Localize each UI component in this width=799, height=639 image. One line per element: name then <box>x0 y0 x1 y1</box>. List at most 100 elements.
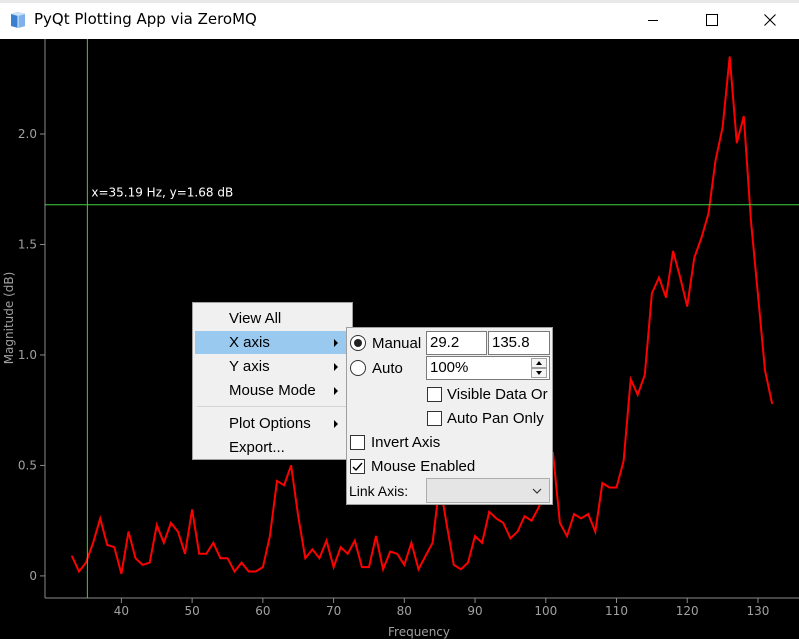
data-point <box>226 557 229 559</box>
data-point <box>764 369 766 372</box>
data-point <box>71 555 73 557</box>
data-point <box>736 142 738 144</box>
mouse-enabled-label: Mouse Enabled <box>371 458 476 475</box>
data-point <box>573 513 575 515</box>
data-point <box>120 573 122 575</box>
data-point <box>580 517 582 520</box>
data-point <box>106 544 108 546</box>
data-point <box>651 292 653 294</box>
data-point <box>693 257 695 259</box>
auto-percent-value: 100% <box>430 359 469 376</box>
data-point <box>283 484 285 486</box>
submenu-arrow-icon <box>334 387 338 395</box>
data-point <box>615 486 618 489</box>
y-tick-label: 0 <box>29 569 37 583</box>
close-icon <box>764 13 776 26</box>
data-point <box>495 517 497 520</box>
y-tick-label: 0.5 <box>18 458 37 472</box>
menu-separator <box>197 406 348 407</box>
data-point <box>269 535 271 537</box>
data-point <box>707 212 710 215</box>
data-point <box>658 277 660 279</box>
menu-item-label: Y axis <box>229 358 270 375</box>
auto-radio[interactable] <box>350 360 366 376</box>
menu-item-x-axis[interactable]: X axis <box>195 331 350 354</box>
data-point <box>233 570 236 573</box>
data-point <box>304 557 306 559</box>
menu-item-y-axis[interactable]: Y axis <box>195 355 350 378</box>
context-menu: View All X axis Y axis Mouse Mode Plot O… <box>192 302 353 460</box>
data-point <box>170 522 172 524</box>
data-point <box>467 562 469 564</box>
data-point <box>205 553 207 555</box>
y-tick-label: 2.0 <box>18 127 37 141</box>
data-point <box>665 296 667 299</box>
x-tick-label: 70 <box>326 604 341 618</box>
data-point <box>672 250 674 252</box>
x-tick-label: 50 <box>184 604 199 618</box>
data-point <box>453 564 455 566</box>
data-point <box>424 555 427 557</box>
data-point <box>163 542 165 544</box>
x-axis-submenu: Manual 29.2 135.8 Auto 100% Visible Data… <box>346 327 553 505</box>
data-point <box>743 115 745 117</box>
maximize-icon <box>706 13 718 26</box>
close-button[interactable] <box>741 0 799 39</box>
data-point <box>248 570 250 573</box>
data-point <box>538 506 540 509</box>
mouse-enabled-checkbox[interactable] <box>350 459 365 474</box>
data-point <box>608 486 611 489</box>
spin-arrows-icon <box>531 358 547 378</box>
title-bar: PyQt Plotting App via ZeroMQ <box>0 0 799 39</box>
data-point <box>389 551 391 553</box>
data-point <box>601 482 603 484</box>
data-point <box>361 566 363 568</box>
menu-item-label: View All <box>229 310 282 327</box>
auto-pan-checkbox[interactable] <box>427 411 442 426</box>
x-tick-label: 40 <box>114 604 129 618</box>
data-point <box>92 542 94 544</box>
data-point <box>757 294 759 296</box>
menu-item-export[interactable]: Export... <box>195 436 350 459</box>
data-point <box>177 531 179 533</box>
manual-radio[interactable] <box>350 335 366 351</box>
data-point <box>417 568 420 570</box>
invert-axis-checkbox[interactable] <box>350 435 365 450</box>
x-max-input[interactable]: 135.8 <box>488 331 550 355</box>
submenu-arrow-icon <box>334 363 338 371</box>
data-point <box>368 566 370 568</box>
submenu-arrow-icon <box>334 420 338 428</box>
link-axis-label: Link Axis: <box>349 483 409 499</box>
menu-item-plot-options[interactable]: Plot Options <box>195 412 350 435</box>
data-point <box>219 557 222 559</box>
maximize-button[interactable] <box>683 0 741 39</box>
data-point <box>771 402 773 405</box>
menu-item-label: Mouse Mode <box>229 382 316 399</box>
data-point <box>85 562 87 564</box>
data-point <box>340 546 342 548</box>
data-point <box>396 553 398 555</box>
auto-label: Auto <box>372 360 403 377</box>
minimize-button[interactable] <box>624 0 682 39</box>
x-ticks: 40 50 60 70 80 90 100 110 120 130 <box>114 598 769 618</box>
data-point <box>142 564 144 566</box>
data-point <box>587 513 589 515</box>
visible-data-checkbox[interactable] <box>427 387 442 402</box>
link-axis-combo[interactable] <box>426 478 550 503</box>
app-icon <box>11 12 25 28</box>
menu-item-view-all[interactable]: View All <box>195 307 350 330</box>
menu-item-mouse-mode[interactable]: Mouse Mode <box>195 379 350 402</box>
data-point <box>729 56 731 58</box>
data-point <box>622 460 625 462</box>
data-point <box>99 517 101 520</box>
data-point <box>191 509 193 511</box>
data-point <box>714 159 717 162</box>
x-tick-label: 80 <box>397 604 412 618</box>
x-tick-label: 90 <box>467 604 482 618</box>
submenu-arrow-icon <box>334 339 338 347</box>
x-tick-label: 60 <box>255 604 270 618</box>
minimize-icon <box>648 19 658 21</box>
spinbox-arrows[interactable] <box>531 358 547 378</box>
x-min-input[interactable]: 29.2 <box>426 331 487 355</box>
auto-pan-label: Auto Pan Only <box>447 410 544 427</box>
